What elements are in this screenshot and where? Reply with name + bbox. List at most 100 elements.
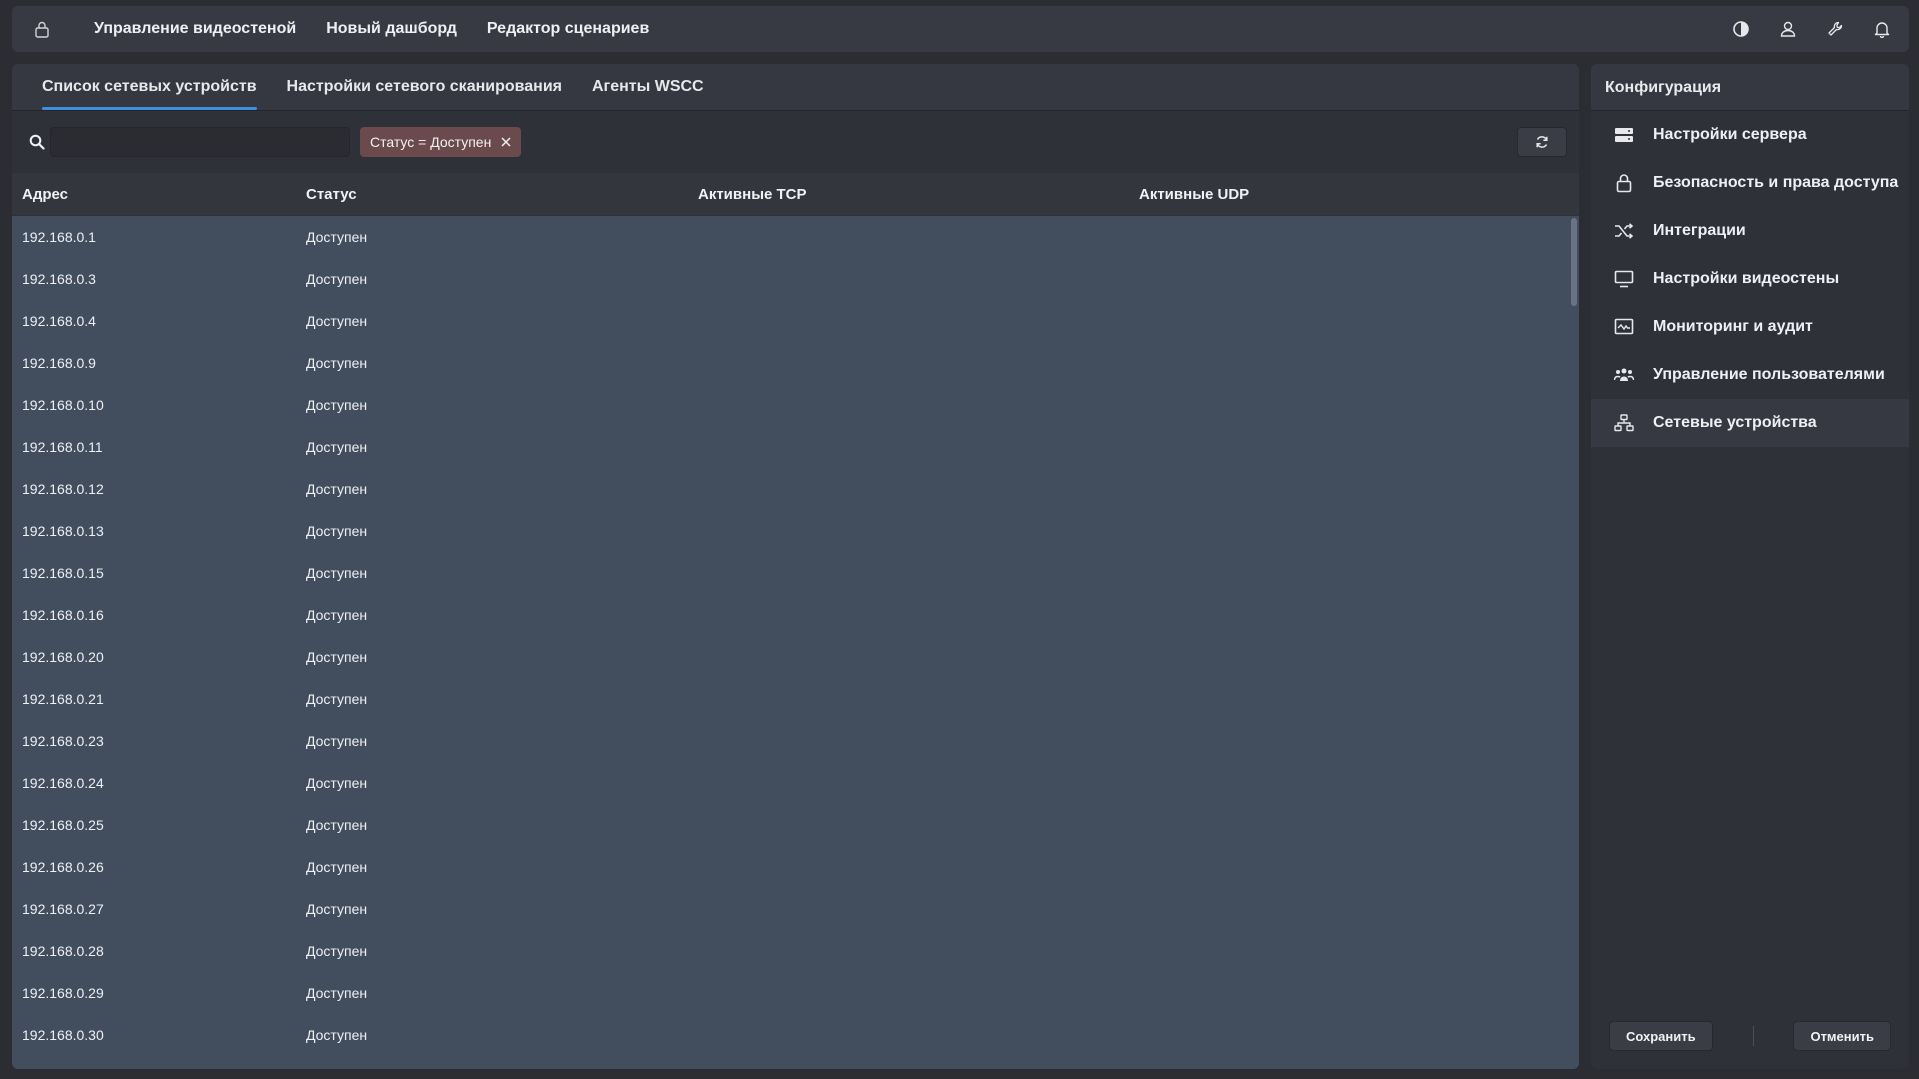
table-row[interactable]: 192.168.0.3 Доступен bbox=[12, 258, 1579, 300]
filter-toolbar: Статус = Доступен bbox=[12, 111, 1579, 173]
cell-status: Доступен bbox=[306, 313, 368, 329]
cell-address: 192.168.0.13 bbox=[22, 523, 104, 539]
table-row[interactable]: 192.168.0.27 Доступен bbox=[12, 888, 1579, 930]
top-bar: Управление видеостеной Новый дашборд Ред… bbox=[12, 6, 1909, 52]
cell-status: Доступен bbox=[306, 775, 368, 791]
cancel-button[interactable]: Отменить bbox=[1793, 1021, 1891, 1051]
config-item-label: Мониторинг и аудит bbox=[1653, 318, 1813, 335]
cell-status: Доступен bbox=[306, 943, 368, 959]
config-item-network-devices[interactable]: Сетевые устройства bbox=[1591, 399, 1909, 447]
table-row[interactable]: 192.168.0.13 Доступен bbox=[12, 510, 1579, 552]
config-title: Конфигурация bbox=[1591, 64, 1909, 111]
cell-address: 192.168.0.3 bbox=[22, 271, 96, 287]
config-item-label: Сетевые устройства bbox=[1653, 414, 1817, 431]
cell-address: 192.168.0.27 bbox=[22, 901, 104, 917]
server-icon bbox=[1613, 124, 1635, 146]
table-row[interactable]: 192.168.0.4 Доступен bbox=[12, 300, 1579, 342]
config-item-videowall[interactable]: Настройки видеостены bbox=[1591, 255, 1909, 303]
table-row[interactable]: 192.168.0.11 Доступен bbox=[12, 426, 1579, 468]
config-item-label: Интеграции bbox=[1653, 222, 1746, 239]
table-row[interactable]: 192.168.0.23 Доступен bbox=[12, 720, 1579, 762]
status-filter-chip[interactable]: Статус = Доступен bbox=[360, 127, 522, 157]
table-row[interactable]: 192.168.0.26 Доступен bbox=[12, 846, 1579, 888]
search-icon bbox=[26, 131, 48, 153]
cell-status: Доступен bbox=[306, 565, 368, 581]
cell-address: 192.168.0.23 bbox=[22, 733, 104, 749]
nav-new-dashboard[interactable]: Новый дашборд bbox=[326, 20, 457, 38]
wrench-icon[interactable] bbox=[1811, 6, 1858, 52]
config-item-security[interactable]: Безопасность и права доступа bbox=[1591, 159, 1909, 207]
cell-status: Доступен bbox=[306, 691, 368, 707]
config-item-integrations[interactable]: Интеграции bbox=[1591, 207, 1909, 255]
cell-status: Доступен bbox=[306, 649, 368, 665]
activity-icon bbox=[1613, 316, 1635, 338]
tab-device-list[interactable]: Список сетевых устройств bbox=[42, 78, 257, 110]
cell-status: Доступен bbox=[306, 901, 368, 917]
contrast-icon[interactable] bbox=[1717, 6, 1764, 52]
column-header-status[interactable]: Статус bbox=[306, 186, 698, 203]
cell-status: Доступен bbox=[306, 439, 368, 455]
column-header-udp[interactable]: Активные UDP bbox=[1139, 186, 1579, 203]
cell-status: Доступен bbox=[306, 523, 368, 539]
cell-status: Доступен bbox=[306, 355, 368, 371]
main-panel: Список сетевых устройств Настройки сетев… bbox=[12, 64, 1579, 1069]
filter-chip-label: Статус = Доступен bbox=[370, 134, 492, 150]
table-row[interactable]: 192.168.0.1 Доступен bbox=[12, 216, 1579, 258]
table-row[interactable]: 192.168.0.15 Доступен bbox=[12, 552, 1579, 594]
save-button[interactable]: Сохранить bbox=[1609, 1021, 1713, 1051]
user-icon[interactable] bbox=[1764, 6, 1811, 52]
table-row[interactable]: 192.168.0.20 Доступен bbox=[12, 636, 1579, 678]
shuffle-icon bbox=[1613, 220, 1635, 242]
close-icon[interactable] bbox=[499, 135, 513, 149]
config-item-label: Управление пользователями bbox=[1653, 366, 1885, 383]
cell-address: 192.168.0.25 bbox=[22, 817, 104, 833]
users-icon bbox=[1613, 364, 1635, 386]
config-item-label: Безопасность и права доступа bbox=[1653, 174, 1899, 191]
cell-address: 192.168.0.20 bbox=[22, 649, 104, 665]
tab-wscc-agents[interactable]: Агенты WSCC bbox=[592, 78, 704, 110]
table-scrollbar[interactable] bbox=[1571, 218, 1577, 306]
table-row[interactable]: 192.168.0.21 Доступен bbox=[12, 678, 1579, 720]
cell-address: 192.168.0.11 bbox=[22, 439, 103, 455]
nav-videowall[interactable]: Управление видеостеной bbox=[94, 20, 296, 38]
table-row[interactable]: 192.168.0.28 Доступен bbox=[12, 930, 1579, 972]
config-item-monitoring[interactable]: Мониторинг и аудит bbox=[1591, 303, 1909, 351]
cell-address: 192.168.0.16 bbox=[22, 607, 104, 623]
cell-address: 192.168.0.12 bbox=[22, 481, 104, 497]
table-body: 192.168.0.1 Доступен 192.168.0.3 Доступен … bbox=[12, 216, 1579, 1069]
cell-address: 192.168.0.4 bbox=[22, 313, 96, 329]
lock-icon[interactable] bbox=[20, 6, 64, 52]
config-panel: Конфигурация Настройки сервера Безопасно… bbox=[1591, 64, 1909, 1069]
table-row[interactable]: 192.168.0.24 Доступен bbox=[12, 762, 1579, 804]
bell-icon[interactable] bbox=[1858, 6, 1905, 52]
config-item-users[interactable]: Управление пользователями bbox=[1591, 351, 1909, 399]
column-header-tcp[interactable]: Активные TCP bbox=[698, 186, 1139, 203]
search-input[interactable] bbox=[50, 127, 350, 157]
cell-address: 192.168.0.24 bbox=[22, 775, 104, 791]
table-header: Адрес Статус Активные TCP Активные UDP bbox=[12, 173, 1579, 215]
table-row[interactable]: 192.168.0.25 Доступен bbox=[12, 804, 1579, 846]
cell-address: 192.168.0.15 bbox=[22, 565, 104, 581]
cell-address: 192.168.0.26 bbox=[22, 859, 104, 875]
column-header-address[interactable]: Адрес bbox=[12, 186, 306, 203]
table-row[interactable]: 192.168.0.29 Доступен bbox=[12, 972, 1579, 1014]
nav-scenario-editor[interactable]: Редактор сценариев bbox=[487, 20, 649, 38]
config-item-server[interactable]: Настройки сервера bbox=[1591, 111, 1909, 159]
tab-scan-settings[interactable]: Настройки сетевого сканирования bbox=[287, 78, 562, 110]
table-row[interactable]: 192.168.0.30 Доступен bbox=[12, 1014, 1579, 1056]
cell-status: Доступен bbox=[306, 817, 368, 833]
table-row[interactable]: 192.168.0.12 Доступен bbox=[12, 468, 1579, 510]
refresh-button[interactable] bbox=[1517, 127, 1567, 157]
network-icon bbox=[1613, 412, 1635, 434]
cell-status: Доступен bbox=[306, 859, 368, 875]
config-footer: Сохранить Отменить bbox=[1591, 1021, 1909, 1051]
table-row[interactable]: 192.168.0.16 Доступен bbox=[12, 594, 1579, 636]
cell-address: 192.168.0.9 bbox=[22, 355, 96, 371]
cell-status: Доступен bbox=[306, 607, 368, 623]
cell-address: 192.168.0.21 bbox=[22, 691, 104, 707]
table-row[interactable]: 192.168.0.10 Доступен bbox=[12, 384, 1579, 426]
cell-address: 192.168.0.28 bbox=[22, 943, 104, 959]
cell-address: 192.168.0.29 bbox=[22, 985, 104, 1001]
cell-address: 192.168.0.1 bbox=[22, 229, 96, 245]
table-row[interactable]: 192.168.0.9 Доступен bbox=[12, 342, 1579, 384]
